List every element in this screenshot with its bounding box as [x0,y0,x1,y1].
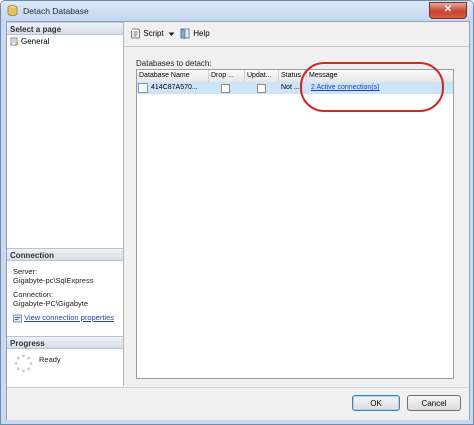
title-bar[interactable]: Detach Database ✕ [1,1,473,21]
server-value: Gigabyte-pc\SqlExpress [13,276,94,285]
script-label: Script [143,29,164,38]
select-page-header: Select a page [7,22,123,35]
server-label: Server: [13,267,38,276]
connection-label: Connection: [13,290,54,299]
left-panel: Select a page General Connection Server:… [7,22,124,386]
dialog-footer: OK Cancel [7,387,469,420]
connection-value: Gigabyte-PC\Gigabyte [13,299,89,308]
help-label: Help [193,29,210,38]
progress-status: Ready [39,355,61,364]
cancel-button[interactable]: Cancel [407,395,461,411]
ok-button[interactable]: OK [352,395,400,411]
page-item-general[interactable]: General [10,37,49,47]
databases-grid[interactable]: Database Name Drop ... Updat... Status M… [136,69,454,379]
help-button[interactable]: Help [180,27,210,41]
toolbar-divider [124,46,469,47]
progress-header: Progress [7,336,123,349]
page-icon [10,37,21,46]
column-database-name[interactable]: Database Name [137,70,209,82]
dropdown-arrow-icon[interactable] [168,27,175,41]
drop-connections-checkbox[interactable] [221,84,230,93]
connection-properties-icon [13,313,22,322]
database-name-cell: 414C87A570... [151,84,198,91]
close-icon[interactable]: ✕ [429,2,467,19]
database-icon [7,5,18,16]
progress-spinner-icon [14,354,33,373]
view-connection-properties[interactable]: View connection properties [13,313,114,323]
databases-to-detach-label: Databases to detach: [136,59,212,68]
row-selector[interactable] [138,83,148,93]
red-annotation-ellipse [300,62,444,112]
view-connection-properties-link[interactable]: View connection properties [24,313,114,322]
update-statistics-checkbox[interactable] [257,84,266,93]
page-item-label: General [21,37,50,46]
column-update-statistics[interactable]: Updat... [245,70,279,82]
script-button[interactable]: Script [130,27,164,41]
script-icon [130,28,141,39]
column-drop-connections[interactable]: Drop ... [209,70,245,82]
connection-header: Connection [7,248,123,261]
toolbar: Script Help [124,22,469,46]
help-icon [180,28,191,40]
window-title: Detach Database [23,6,89,16]
